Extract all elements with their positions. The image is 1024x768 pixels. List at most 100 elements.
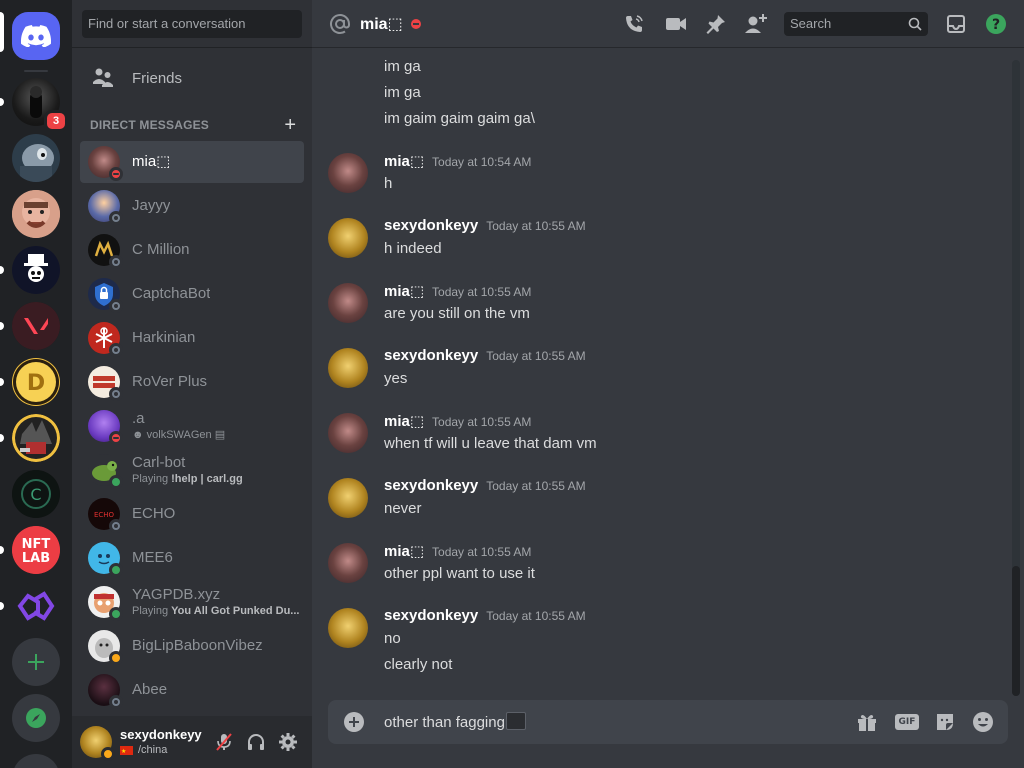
dm-item-rover-plus[interactable]: RoVer Plus	[80, 361, 304, 403]
gif-picker-button[interactable]: GIF	[895, 710, 919, 734]
status-offline-icon	[109, 255, 123, 269]
help-icon: ?	[986, 14, 1006, 34]
divider	[72, 47, 312, 48]
home-button[interactable]	[12, 12, 60, 60]
search-icon	[908, 17, 922, 31]
message-avatar[interactable]	[328, 348, 368, 388]
dm-item-c-million[interactable]: C Million	[80, 229, 304, 271]
dm-name: Jayyy	[132, 197, 171, 214]
search-input[interactable]: Search	[784, 12, 928, 36]
create-dm-button[interactable]: +	[284, 115, 296, 135]
server-icon-polygon[interactable]	[12, 582, 60, 630]
channel-name: mia⬚	[360, 15, 403, 33]
find-conversation-input[interactable]: Find or start a conversation	[82, 10, 302, 38]
message-avatar[interactable]	[328, 283, 368, 323]
author-name[interactable]: sexydonkeyy	[384, 347, 478, 364]
dm-item-jayyy[interactable]: Jayyy	[80, 185, 304, 227]
help-button[interactable]: ?	[984, 12, 1008, 36]
dm-item-abee[interactable]: Abee	[80, 669, 304, 711]
discord-logo-icon	[21, 25, 51, 47]
avatar	[88, 146, 123, 181]
server-icon-6[interactable]: D	[12, 358, 60, 406]
author-name[interactable]: sexydonkeyy	[384, 217, 478, 234]
status-offline-icon	[109, 211, 123, 225]
add-attachment-icon[interactable]	[344, 712, 364, 732]
author-name[interactable]: sexydonkeyy	[384, 477, 478, 494]
dm-name: RoVer Plus	[132, 373, 208, 390]
user-settings-button[interactable]	[276, 730, 300, 754]
friends-nav-item[interactable]: Friends	[80, 58, 304, 98]
dm-item-dot-a[interactable]: .a ☻ volkSWAGen ▤	[80, 405, 304, 447]
send-gift-button[interactable]	[855, 710, 879, 734]
mention-badge: 3	[44, 110, 68, 132]
sticker-picker-button[interactable]	[933, 710, 957, 734]
dm-item-echo[interactable]: ECHO ECHO	[80, 493, 304, 535]
message-avatar[interactable]	[328, 413, 368, 453]
message-avatar[interactable]	[328, 543, 368, 583]
dm-item-harkinian[interactable]: Harkinian	[80, 317, 304, 359]
deafen-button[interactable]	[244, 730, 268, 754]
message-avatar[interactable]	[328, 218, 368, 258]
server-icon-7[interactable]	[12, 414, 60, 462]
server-icon-4[interactable]	[12, 246, 60, 294]
download-apps-button[interactable]	[12, 754, 60, 768]
scrollbar-thumb[interactable]	[1012, 566, 1020, 696]
voice-call-button[interactable]	[622, 12, 646, 36]
gif-icon: GIF	[895, 714, 919, 730]
dm-item-yagpdb[interactable]: YAGPDB.xyz Playing You All Got Punked Du.…	[80, 581, 304, 623]
avatar	[88, 190, 123, 225]
dm-item-mee6[interactable]: MEE6	[80, 537, 304, 579]
message-content: no	[384, 630, 401, 647]
server-icon-2[interactable]	[12, 134, 60, 182]
user-avatar[interactable]	[80, 726, 115, 761]
message-content: when tf will u leave that dam vm	[384, 435, 597, 452]
svg-text:D: D	[27, 371, 45, 396]
home-selected-pill	[0, 12, 4, 52]
status-offline-icon	[109, 387, 123, 401]
explore-servers-button[interactable]	[12, 694, 60, 742]
unread-pill	[0, 434, 4, 442]
message-composer[interactable]: other than fagging GIF	[328, 700, 1008, 744]
mute-button[interactable]	[212, 730, 236, 754]
message-avatar[interactable]	[328, 478, 368, 518]
status-offline-icon	[109, 519, 123, 533]
add-friends-to-dm-button[interactable]	[744, 12, 768, 36]
message-header: sexydonkeyy Today at 10:55 AM	[384, 347, 586, 364]
message-content: are you still on the vm	[384, 305, 530, 322]
author-name[interactable]: mia⬚	[384, 542, 424, 560]
compass-icon	[26, 708, 46, 728]
dm-name: mia⬚	[132, 153, 171, 170]
status-dnd-icon	[410, 18, 421, 29]
emoji-picker-button[interactable]	[971, 710, 995, 734]
svg-text:NFT: NFT	[22, 537, 51, 552]
author-name[interactable]: mia⬚	[384, 282, 424, 300]
dm-item-captchabot[interactable]: CaptchaBot	[80, 273, 304, 315]
server-icon-nft-lab[interactable]: NFT LAB	[12, 526, 60, 574]
server-rail: 3 D C NFT LAB	[0, 0, 72, 768]
avatar	[88, 366, 123, 401]
unread-pill	[0, 602, 4, 610]
server-icon-3[interactable]	[12, 190, 60, 238]
dm-item-mia[interactable]: mia⬚	[80, 141, 304, 183]
message-input[interactable]: other than fagging	[384, 712, 526, 733]
dm-item-carl-bot[interactable]: Carl-bot Playing !help | carl.gg	[80, 449, 304, 491]
pinned-messages-button[interactable]	[704, 12, 728, 36]
server-icon-8[interactable]: C	[12, 470, 60, 518]
dm-name: MEE6	[132, 549, 173, 566]
message-avatar[interactable]	[328, 153, 368, 193]
friends-icon	[93, 68, 113, 87]
message-header: mia⬚ Today at 10:55 AM	[384, 542, 531, 560]
dm-item-biglipbaboonvibez[interactable]: BigLipBaboonVibez	[80, 625, 304, 667]
add-server-button[interactable]	[12, 638, 60, 686]
author-name[interactable]: mia⬚	[384, 152, 424, 170]
add-user-icon	[745, 14, 767, 33]
inbox-button[interactable]	[944, 12, 968, 36]
author-name[interactable]: sexydonkeyy	[384, 607, 478, 624]
message-header: mia⬚ Today at 10:54 AM	[384, 152, 531, 170]
author-name[interactable]: mia⬚	[384, 412, 424, 430]
server-icon-valorant[interactable]	[12, 302, 60, 350]
message-avatar[interactable]	[328, 608, 368, 648]
search-placeholder: Search	[790, 16, 832, 31]
video-call-button[interactable]	[664, 12, 688, 36]
message-content: other ppl want to use it	[384, 565, 535, 582]
